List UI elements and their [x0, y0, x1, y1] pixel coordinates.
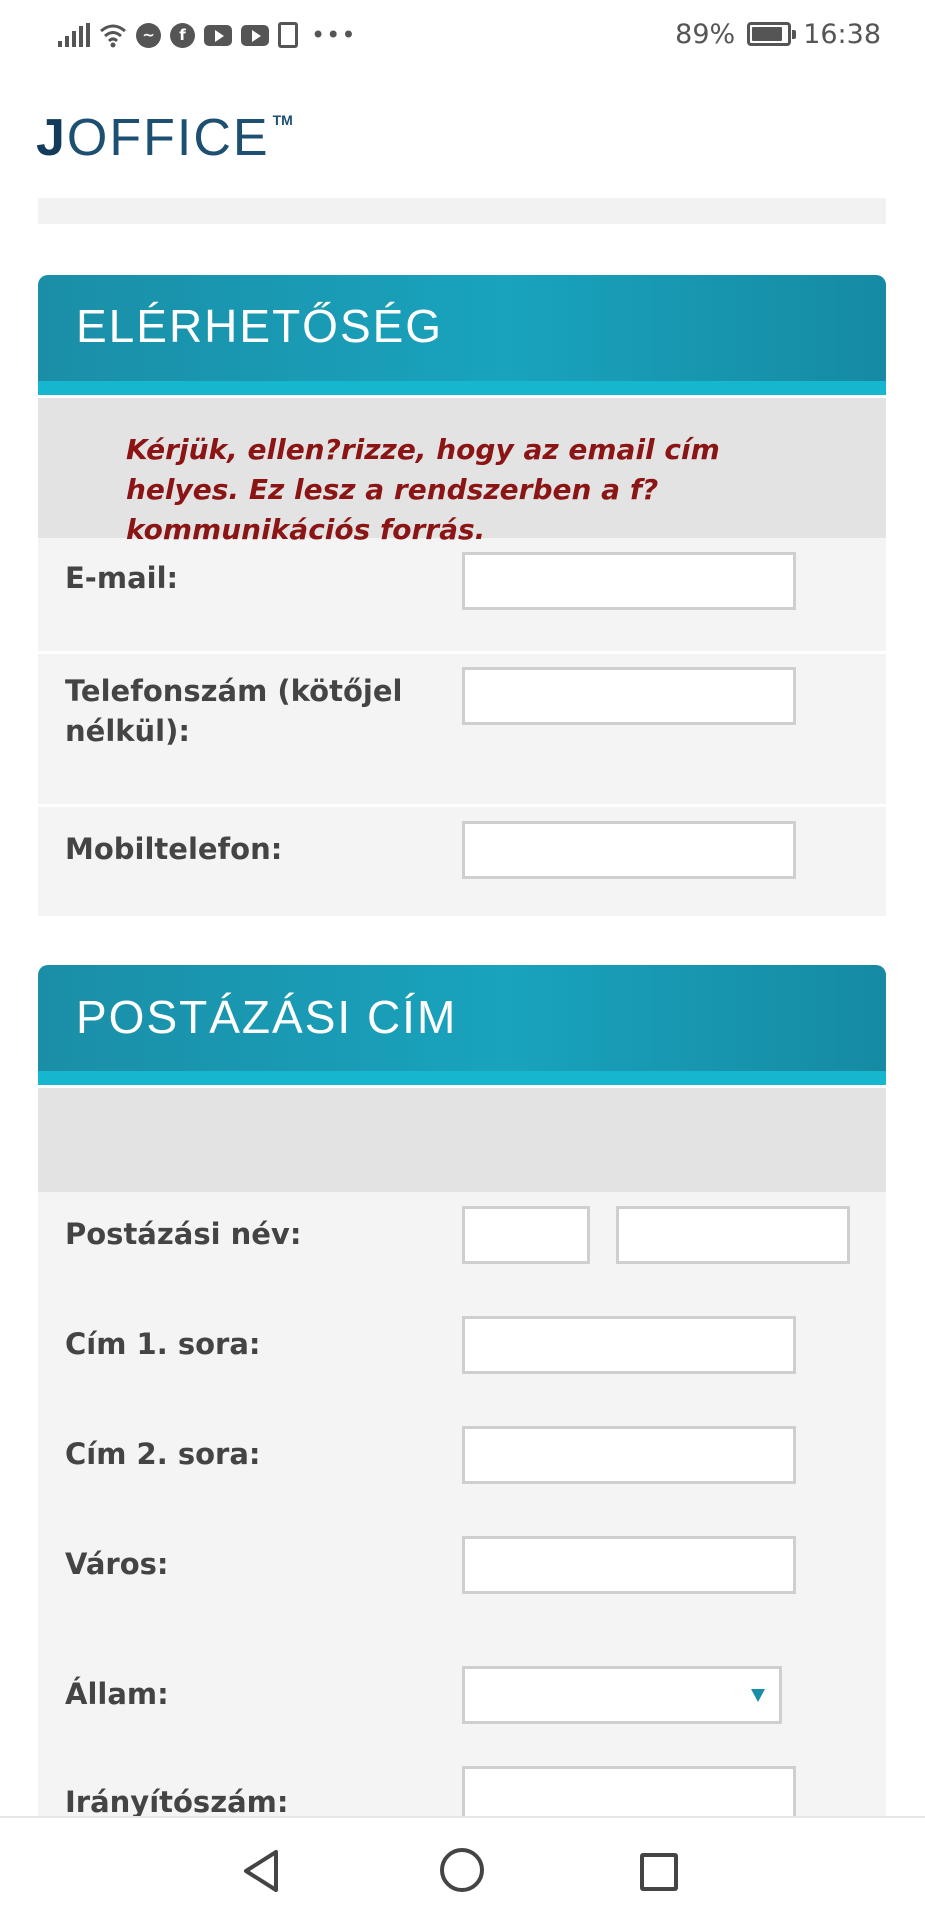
battery-icon [747, 22, 797, 46]
home-icon[interactable] [440, 1848, 484, 1892]
contact-rows: E-mail: Telefonszám (kötőjel nélkül): Mo… [38, 538, 886, 916]
address2-row: Cím 2. sora: [38, 1412, 886, 1522]
status-icons: ~ f ••• [58, 18, 356, 52]
youtube-icon [241, 24, 269, 46]
postal-section-header: POSTÁZÁSI CÍM [38, 965, 886, 1085]
postal-name-row: Postázási név: [38, 1192, 886, 1302]
phone-row: Telefonszám (kötőjel nélkül): [38, 651, 886, 804]
logo-text: OFFICE [66, 109, 270, 167]
facebook-icon: f [170, 22, 195, 48]
mobile-label: Mobiltelefon: [65, 832, 283, 866]
battery-percent: 89% [675, 18, 736, 50]
postal-first-name-field[interactable] [462, 1206, 590, 1264]
clock: 16:38 [803, 18, 881, 50]
sim-icon [278, 22, 298, 48]
postal-section: POSTÁZÁSI CÍM Postázási név: Cím 1. sora… [38, 965, 886, 1852]
dropdown-arrow-icon [751, 1689, 765, 1702]
email-label: E-mail: [65, 561, 179, 595]
recent-apps-icon[interactable] [640, 1853, 678, 1891]
phone-field[interactable] [462, 667, 796, 725]
email-field[interactable] [462, 552, 796, 610]
signal-icon [58, 23, 90, 47]
address1-row: Cím 1. sora: [38, 1302, 886, 1412]
city-label: Város: [65, 1547, 169, 1581]
messenger-icon: ~ [136, 22, 161, 48]
postal-last-name-field[interactable] [616, 1206, 850, 1264]
status-right: 89% 16:38 [675, 16, 881, 52]
wifi-icon [100, 24, 126, 48]
postal-name-label: Postázási név: [65, 1217, 302, 1251]
city-field[interactable] [462, 1536, 796, 1594]
address1-label: Cím 1. sora: [65, 1327, 261, 1361]
email-notice-text: Kérjük, ellen?rizze, hogy az email cím h… [126, 433, 720, 546]
address2-label: Cím 2. sora: [65, 1437, 261, 1471]
mobile-row: Mobiltelefon: [38, 804, 886, 916]
contact-section: ELÉRHETŐSÉG Kérjük, ellen?rizze, hogy az… [38, 275, 886, 916]
phone-label: Telefonszám (kötőjel nélkül): [65, 674, 403, 748]
joffice-logo[interactable]: J OFFICE TM [36, 108, 293, 168]
youtube-icon [204, 24, 232, 46]
top-divider-bar [38, 198, 886, 224]
email-row: E-mail: [38, 538, 886, 651]
postal-notice [38, 1088, 886, 1192]
navigation-bar [0, 1816, 925, 1920]
status-bar: ~ f ••• 89% 16:38 [0, 0, 925, 70]
postal-rows: Postázási név: Cím 1. sora: Cím 2. sora:… [38, 1192, 886, 1852]
email-notice: Kérjük, ellen?rizze, hogy az email cím h… [38, 398, 886, 546]
address1-field[interactable] [462, 1316, 796, 1374]
state-select[interactable] [462, 1666, 782, 1724]
contact-section-title: ELÉRHETŐSÉG [76, 300, 444, 352]
state-label: Állam: [65, 1677, 169, 1711]
logo-j: J [36, 109, 67, 167]
postal-section-title: POSTÁZÁSI CÍM [76, 991, 458, 1043]
more-dots-icon: ••• [311, 21, 357, 49]
battery-fill [752, 27, 783, 41]
address2-field[interactable] [462, 1426, 796, 1484]
state-row: Állam: [38, 1652, 886, 1762]
city-row: Város: [38, 1522, 886, 1652]
back-icon[interactable] [240, 1848, 286, 1894]
contact-section-header: ELÉRHETŐSÉG [38, 275, 886, 395]
mobile-field[interactable] [462, 821, 796, 879]
logo-trademark: TM [272, 112, 293, 128]
